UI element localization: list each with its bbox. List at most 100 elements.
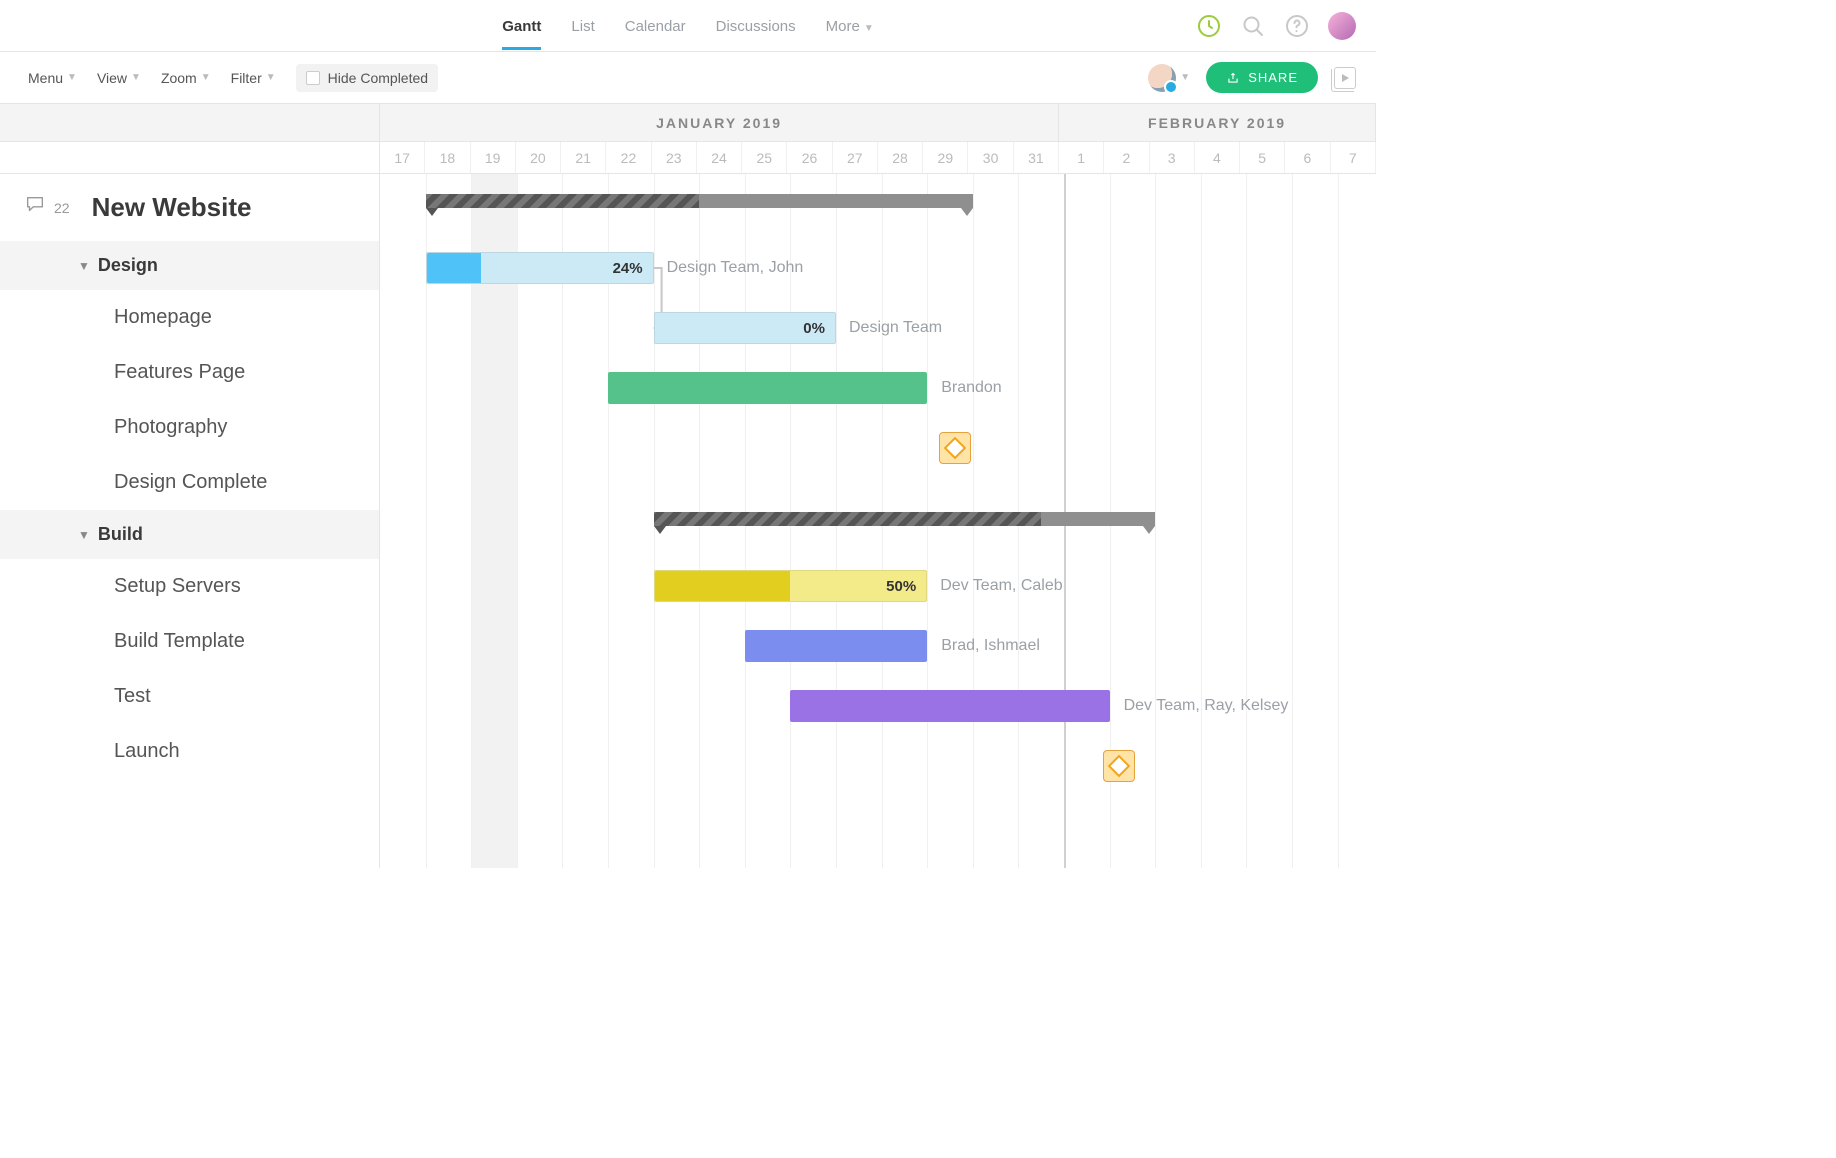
share-label: SHARE <box>1248 70 1298 85</box>
tab-discussions[interactable]: Discussions <box>716 2 796 49</box>
day-header: 4 <box>1195 142 1240 173</box>
gantt-bar[interactable]: Dev Team, Ray, Kelsey <box>790 690 1109 722</box>
assignees-label: Brandon <box>927 372 1002 404</box>
caret-down-icon: ▼ <box>266 72 276 83</box>
task-row[interactable]: Photography <box>0 400 379 455</box>
milestone[interactable] <box>939 432 971 464</box>
help-icon[interactable] <box>1284 13 1310 39</box>
project-row[interactable]: 22 New Website <box>0 174 379 241</box>
caret-down-icon: ▼ <box>1180 72 1190 83</box>
zoom-label: Zoom <box>161 70 197 86</box>
day-header: 2 <box>1104 142 1149 173</box>
task-sidebar: 22 New Website ▼ Design HomepageFeatures P… <box>0 104 380 868</box>
task-row[interactable]: Setup Servers <box>0 559 379 614</box>
day-header: 17 <box>380 142 425 173</box>
milestone[interactable] <box>1103 750 1135 782</box>
gantt-bar[interactable]: Brad, Ishmael <box>745 630 927 662</box>
assignees-label: Dev Team, Ray, Kelsey <box>1110 690 1289 722</box>
project-title: New Website <box>92 192 252 223</box>
view-label: View <box>97 70 127 86</box>
gantt-bar[interactable]: 0%Design Team <box>654 312 836 344</box>
share-icon <box>1226 71 1240 85</box>
tab-calendar[interactable]: Calendar <box>625 2 686 49</box>
gantt-bar[interactable]: 24%Design Team, John <box>426 252 654 284</box>
assignees-label: Brad, Ishmael <box>927 630 1040 662</box>
day-header: 30 <box>968 142 1013 173</box>
day-header: 29 <box>923 142 968 173</box>
caret-down-icon: ▼ <box>864 23 874 34</box>
task-row[interactable]: Build Template <box>0 614 379 669</box>
group-row[interactable]: ▼ Build <box>0 510 379 559</box>
group-row[interactable]: ▼ Design <box>0 241 379 290</box>
month-header: FEBRUARY 2019 <box>1059 104 1376 141</box>
task-row[interactable]: Test <box>0 669 379 724</box>
assignees-label: Dev Team, Caleb <box>926 571 1062 601</box>
caret-down-icon: ▼ <box>78 259 90 273</box>
group-name: Build <box>98 524 143 545</box>
task-row[interactable]: Homepage <box>0 290 379 345</box>
checkbox-icon <box>306 71 320 85</box>
task-row[interactable]: Features Page <box>0 345 379 400</box>
gantt-bar[interactable]: Brandon <box>608 372 927 404</box>
toolbar: Menu ▼ View ▼ Zoom ▼ Filter ▼ Hide Completed… <box>0 52 1376 104</box>
assignees-label: Design Team, John <box>653 253 804 283</box>
progress-text: 24% <box>613 260 643 277</box>
day-header: 5 <box>1240 142 1285 173</box>
gantt-bar[interactable]: 50%Dev Team, Caleb <box>654 570 928 602</box>
people-dropdown[interactable]: ▼ <box>1148 64 1190 92</box>
play-icon <box>1340 73 1350 83</box>
day-header: 3 <box>1150 142 1195 173</box>
diamond-icon <box>1107 755 1130 778</box>
activity-icon[interactable] <box>1196 13 1222 39</box>
tab-more[interactable]: More▼ <box>826 2 874 49</box>
progress-text: 50% <box>886 578 916 595</box>
summary-bar[interactable] <box>426 194 973 208</box>
task-row[interactable]: Launch <box>0 724 379 779</box>
top-nav: Gantt List Calendar Discussions More▼ <box>0 0 1376 52</box>
day-header: 22 <box>606 142 651 173</box>
caret-down-icon: ▼ <box>131 72 141 83</box>
share-button[interactable]: SHARE <box>1206 62 1318 93</box>
caret-down-icon: ▼ <box>67 72 77 83</box>
day-header: 26 <box>787 142 832 173</box>
present-button[interactable] <box>1334 67 1356 89</box>
day-header: 27 <box>833 142 878 173</box>
day-header: 19 <box>471 142 516 173</box>
view-dropdown[interactable]: View ▼ <box>97 70 141 86</box>
summary-bar[interactable] <box>654 512 1156 526</box>
tab-gantt[interactable]: Gantt <box>502 2 541 49</box>
diamond-icon <box>943 437 966 460</box>
day-header: 28 <box>878 142 923 173</box>
day-header: 24 <box>697 142 742 173</box>
day-header: 7 <box>1331 142 1376 173</box>
user-avatar[interactable] <box>1328 12 1356 40</box>
day-header: 31 <box>1014 142 1059 173</box>
task-row[interactable]: Design Complete <box>0 455 379 510</box>
month-header: JANUARY 2019 <box>380 104 1059 141</box>
comment-icon[interactable] <box>24 194 46 221</box>
menu-label: Menu <box>28 70 63 86</box>
tab-list[interactable]: List <box>571 2 594 49</box>
gantt-timeline[interactable]: JANUARY 2019FEBRUARY 2019 17181920212223… <box>380 104 1376 868</box>
day-header: 1 <box>1059 142 1104 173</box>
caret-down-icon: ▼ <box>78 528 90 542</box>
caret-down-icon: ▼ <box>201 72 211 83</box>
menu-dropdown[interactable]: Menu ▼ <box>28 70 77 86</box>
day-header: 6 <box>1285 142 1330 173</box>
search-icon[interactable] <box>1240 13 1266 39</box>
zoom-dropdown[interactable]: Zoom ▼ <box>161 70 211 86</box>
progress-text: 0% <box>803 320 825 337</box>
day-header: 25 <box>742 142 787 173</box>
filter-label: Filter <box>231 70 262 86</box>
group-name: Design <box>98 255 158 276</box>
hide-completed-toggle[interactable]: Hide Completed <box>296 64 438 92</box>
day-header: 21 <box>561 142 606 173</box>
filter-dropdown[interactable]: Filter ▼ <box>231 70 276 86</box>
assignees-label: Design Team <box>835 313 942 343</box>
day-header: 20 <box>516 142 561 173</box>
comment-count: 22 <box>54 200 70 216</box>
person-avatar <box>1148 64 1176 92</box>
day-header: 23 <box>652 142 697 173</box>
hide-completed-label: Hide Completed <box>328 70 428 86</box>
day-header: 18 <box>425 142 470 173</box>
